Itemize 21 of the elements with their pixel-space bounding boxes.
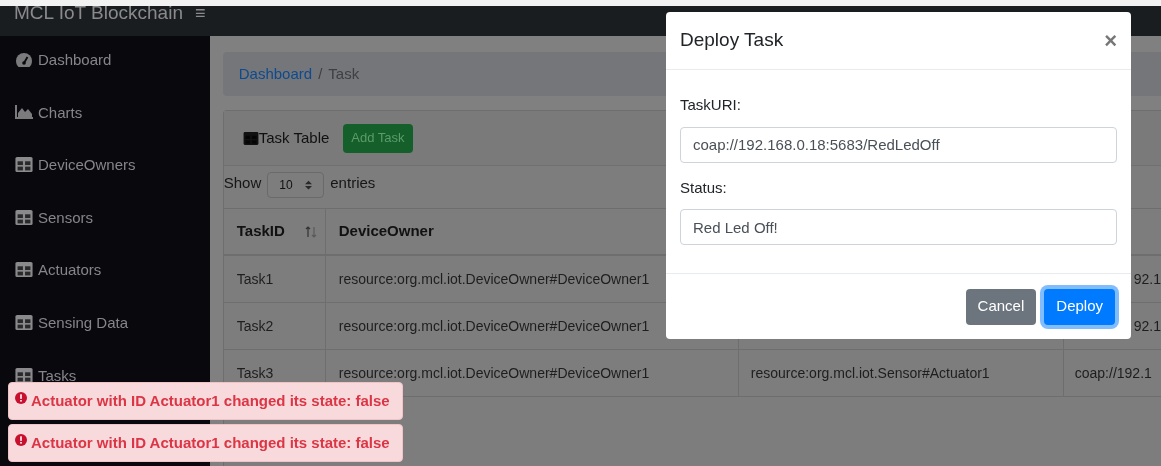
table-cell-text: resource:org.mcl.iot.DeviceOwner#DeviceOwner1: [338, 363, 650, 383]
field-label: Status:: [680, 177, 728, 198]
table-cell-text: Task3: [236, 363, 274, 383]
breadcrumb-current: Task: [328, 63, 360, 84]
table-cell-text: resource:org.mcl.iot.Sensor#Actuator1: [750, 363, 990, 383]
table-cell-text: resource:org.mcl.iot.DeviceOwner#DeviceOwner1: [338, 316, 650, 336]
table-cell-text: resource:org.mcl.iot.DeviceOwner#DeviceOwner1: [338, 269, 650, 289]
entries-label: entries: [330, 173, 376, 193]
toast-message: Actuator with ID Actuator1 changed its state: false: [31, 432, 390, 453]
breadcrumb-separator: /: [318, 63, 323, 84]
app-title: MCL IoT Blockchain: [14, 4, 183, 22]
toast-message: Actuator with ID Actuator1 changed its state: false: [31, 390, 390, 411]
modal-title: Deploy Task: [680, 28, 784, 53]
table-cell-text: Task2: [236, 316, 274, 336]
table-cell-text: 92.1: [1133, 316, 1161, 336]
table-cell-text: Task1: [236, 269, 274, 289]
table-cell-text: 92.1: [1133, 269, 1161, 289]
show-label: Show: [223, 173, 262, 193]
table-cell-text: coap://192.1: [1074, 363, 1152, 383]
field-label: TaskURI:: [680, 95, 742, 115]
card-title: Task Table: [258, 127, 330, 148]
